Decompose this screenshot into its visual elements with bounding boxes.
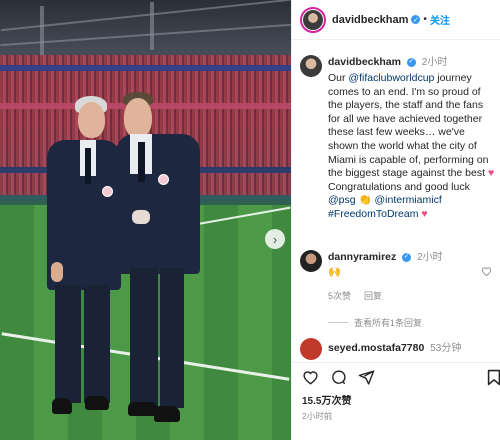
share-icon[interactable] xyxy=(358,369,375,391)
post-photo: › xyxy=(0,0,291,440)
mention-intermiamicf[interactable]: @intermiamicf xyxy=(375,194,442,206)
comment-icon[interactable] xyxy=(330,369,347,391)
caption: davidbeckham ✓ 2小时 Our @fifaclubworldcup… xyxy=(300,55,496,222)
comment-author[interactable]: dannyramirez xyxy=(328,251,396,263)
comment-time: 2小时 xyxy=(417,252,443,263)
separator-dot: • xyxy=(423,14,427,25)
comment-time: 53分钟 xyxy=(430,343,462,354)
bookmark-icon[interactable] xyxy=(487,369,500,391)
reply-button[interactable]: 回复 xyxy=(364,291,382,301)
commenter-avatar[interactable] xyxy=(300,250,322,272)
caption-avatar[interactable] xyxy=(300,55,322,77)
verified-icon: ✓ xyxy=(406,57,416,67)
heart-emoji: ♥ xyxy=(421,207,428,220)
comment-likes[interactable]: 5次赞 xyxy=(328,291,351,301)
comment-heart-icon[interactable] xyxy=(481,266,492,279)
author-username[interactable]: davidbeckham xyxy=(332,14,408,26)
author-avatar[interactable] xyxy=(300,6,326,33)
heart-emoji: ♥ xyxy=(487,167,495,180)
mention-psg[interactable]: @psg xyxy=(328,194,356,206)
hashtag-freedomtodream[interactable]: #FreedomToDream xyxy=(328,208,418,220)
likes-count[interactable]: 15.5万次赞 xyxy=(302,392,351,407)
view-replies[interactable]: 查看所有1条回复 xyxy=(328,316,422,329)
mention-fifaclubworldcup[interactable]: @fifaclubworldcup xyxy=(348,72,434,84)
verified-icon: ✓ xyxy=(402,252,412,262)
comment-author[interactable]: seyed.mostafa7780 xyxy=(328,342,424,354)
action-bar xyxy=(292,362,500,392)
comment-item: seyed.mostafa7780 53分钟 xyxy=(300,338,461,360)
chevron-right-icon: › xyxy=(272,231,278,247)
comment-item: dannyramirez ✓ 2小时 🙌 5次赞 回复 xyxy=(300,250,493,303)
stadium-roof xyxy=(0,0,291,60)
caption-time: 2小时 xyxy=(421,57,448,68)
post-header: davidbeckham ✓ • 关注 xyxy=(292,0,500,40)
comment-text: 🙌 xyxy=(328,266,342,278)
clap-emoji: 👏 xyxy=(358,194,372,207)
caption-text: Our @fifaclubworldcup journey comes to a… xyxy=(328,72,495,220)
commenter-avatar[interactable] xyxy=(300,338,322,360)
caption-author[interactable]: davidbeckham xyxy=(328,56,401,68)
posted-time: 2小时前 xyxy=(302,411,333,421)
post-panel: davidbeckham ✓ • 关注 davidbeckham ✓ 2小时 O… xyxy=(291,0,500,440)
verified-icon: ✓ xyxy=(411,15,421,24)
heart-icon[interactable] xyxy=(302,369,319,390)
carousel-next-button[interactable]: › xyxy=(265,229,285,249)
follow-button[interactable]: 关注 xyxy=(430,12,450,27)
